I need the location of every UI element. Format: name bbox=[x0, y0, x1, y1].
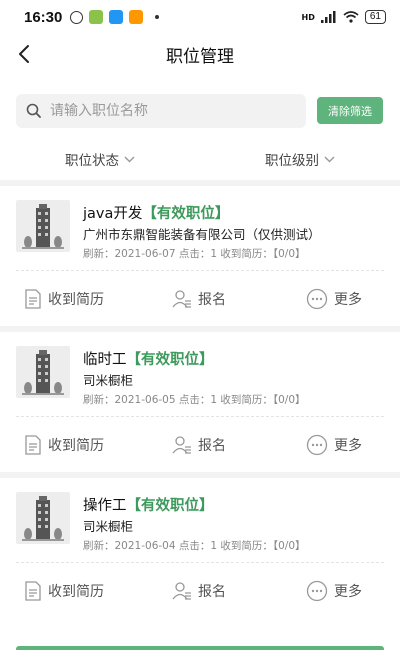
app-notification-icon bbox=[129, 10, 144, 24]
job-status-badge: 【有效职位】 bbox=[126, 352, 214, 368]
signup-button[interactable]: 报名 bbox=[172, 581, 226, 601]
signup-label: 报名 bbox=[198, 438, 226, 454]
received-resumes-button[interactable]: 收到简历 bbox=[24, 289, 104, 309]
clear-filter-button[interactable]: 清除筛选 bbox=[317, 97, 383, 124]
filter-label: 职位级别 bbox=[265, 153, 319, 169]
building-icon bbox=[16, 346, 70, 398]
header: 职位管理 bbox=[0, 34, 400, 74]
alarm-icon bbox=[70, 10, 84, 24]
job-info[interactable]: 临时工【有效职位】 司米橱柜 刷新：2021-06-05 点击：1 收到简历：【… bbox=[16, 346, 386, 406]
job-card: 操作工【有效职位】 司米橱柜 刷新：2021-06-04 点击：1 收到简历：【… bbox=[0, 472, 400, 618]
filter-job-status[interactable]: 职位状态 bbox=[0, 142, 200, 176]
divider bbox=[16, 416, 384, 417]
received-resumes-button[interactable]: 收到简历 bbox=[24, 435, 104, 455]
user-icon bbox=[172, 436, 191, 454]
job-status-badge: 【有效职位】 bbox=[142, 206, 230, 222]
company-name: 司米橱柜 bbox=[83, 519, 134, 534]
more-dots-icon bbox=[306, 288, 328, 310]
app-notification-icon bbox=[89, 10, 104, 24]
document-icon bbox=[25, 581, 41, 601]
filter-job-level[interactable]: 职位级别 bbox=[200, 142, 400, 176]
job-actions: 收到简历 报名 更多 bbox=[0, 570, 400, 612]
divider bbox=[16, 562, 384, 563]
search-input[interactable] bbox=[50, 103, 290, 119]
back-button[interactable] bbox=[8, 38, 40, 70]
document-icon bbox=[25, 289, 41, 309]
job-title-text: 临时工 bbox=[83, 352, 127, 368]
job-title: 操作工【有效职位】 bbox=[83, 494, 214, 515]
received-resumes-button[interactable]: 收到简历 bbox=[24, 581, 104, 601]
user-icon bbox=[172, 582, 191, 600]
more-notifications-dot bbox=[155, 15, 160, 19]
chevron-down-icon bbox=[124, 156, 135, 162]
search-box[interactable] bbox=[16, 94, 306, 128]
back-arrow-icon bbox=[19, 45, 29, 63]
building-icon bbox=[16, 200, 70, 252]
job-title-text: java开发 bbox=[83, 206, 143, 222]
more-button[interactable]: 更多 bbox=[306, 288, 362, 310]
job-actions: 收到简历 报名 更多 bbox=[0, 424, 400, 466]
more-button[interactable]: 更多 bbox=[306, 580, 362, 602]
job-actions: 收到简历 报名 更多 bbox=[0, 278, 400, 320]
network-type-label: HD bbox=[301, 12, 315, 22]
filter-row: 职位状态 职位级别 bbox=[0, 142, 400, 176]
app-notification-icon bbox=[109, 10, 124, 24]
search-row: 清除筛选 bbox=[0, 92, 400, 128]
document-icon bbox=[25, 435, 41, 455]
status-bar: 16:30 HD 61 bbox=[0, 0, 400, 34]
job-title: 临时工【有效职位】 bbox=[83, 348, 214, 369]
job-status-badge: 【有效职位】 bbox=[126, 498, 214, 514]
job-info[interactable]: java开发【有效职位】 广州市东鼎智能装备有限公司（仅供测试） 刷新：2021… bbox=[16, 200, 386, 260]
signup-button[interactable]: 报名 bbox=[172, 435, 226, 455]
job-card: 临时工【有效职位】 司米橱柜 刷新：2021-06-05 点击：1 收到简历：【… bbox=[0, 326, 400, 472]
signup-label: 报名 bbox=[198, 584, 226, 600]
received-resumes-label: 收到简历 bbox=[48, 438, 104, 454]
signup-button[interactable]: 报名 bbox=[172, 289, 226, 309]
more-button[interactable]: 更多 bbox=[306, 434, 362, 456]
more-label: 更多 bbox=[334, 292, 362, 308]
bottom-action-bar[interactable] bbox=[16, 646, 384, 650]
more-label: 更多 bbox=[334, 584, 362, 600]
signup-label: 报名 bbox=[198, 292, 226, 308]
status-time: 16:30 bbox=[24, 8, 63, 26]
search-icon bbox=[26, 103, 41, 118]
building-icon bbox=[16, 492, 70, 544]
job-info[interactable]: 操作工【有效职位】 司米橱柜 刷新：2021-06-04 点击：1 收到简历：【… bbox=[16, 492, 386, 552]
divider bbox=[16, 270, 384, 271]
filter-label: 职位状态 bbox=[65, 153, 119, 169]
chevron-down-icon bbox=[324, 156, 335, 162]
more-label: 更多 bbox=[334, 438, 362, 454]
received-resumes-label: 收到简历 bbox=[48, 584, 104, 600]
user-icon bbox=[172, 290, 191, 308]
job-title-text: 操作工 bbox=[83, 498, 127, 514]
wifi-icon bbox=[343, 11, 359, 23]
more-dots-icon bbox=[306, 580, 328, 602]
job-meta: 刷新：2021-06-07 点击：1 收到简历：【0/0】 bbox=[83, 248, 306, 260]
job-card: java开发【有效职位】 广州市东鼎智能装备有限公司（仅供测试） 刷新：2021… bbox=[0, 180, 400, 326]
signal-icon bbox=[320, 11, 336, 23]
job-title: java开发【有效职位】 bbox=[83, 202, 229, 223]
job-meta: 刷新：2021-06-04 点击：1 收到简历：【0/0】 bbox=[83, 540, 306, 552]
page-title: 职位管理 bbox=[166, 46, 234, 67]
company-name: 司米橱柜 bbox=[83, 373, 134, 388]
company-name: 广州市东鼎智能装备有限公司（仅供测试） bbox=[83, 227, 321, 242]
more-dots-icon bbox=[306, 434, 328, 456]
battery-indicator: 61 bbox=[364, 10, 386, 24]
received-resumes-label: 收到简历 bbox=[48, 292, 104, 308]
job-meta: 刷新：2021-06-05 点击：1 收到简历：【0/0】 bbox=[83, 394, 306, 406]
